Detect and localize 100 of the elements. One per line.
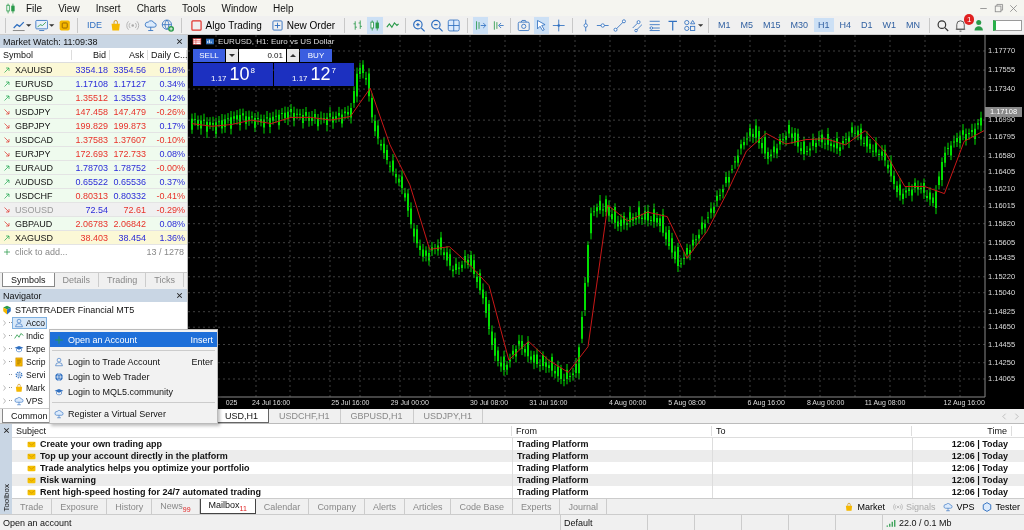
cloud-icon	[54, 408, 64, 419]
bid-price: 72.54	[84, 204, 109, 215]
restore-icon[interactable]	[992, 1, 1005, 15]
globe-icon	[54, 371, 64, 382]
daily-change: 0.34%	[158, 78, 186, 89]
envelope-icon	[26, 451, 37, 461]
cursor-icon[interactable]	[533, 16, 550, 34]
chart-title: EURUSD, H1: Euro vs US Dollar	[218, 37, 335, 46]
ide-button[interactable]: IDE	[82, 20, 106, 31]
add-symbol-link[interactable]: click to add...	[15, 247, 68, 257]
tree-item[interactable]: Mark	[12, 381, 47, 394]
volume-up-button[interactable]	[287, 49, 299, 62]
quote-row[interactable]: EURUSD 1.17108 1.17127 0.34%	[0, 77, 187, 91]
service-button[interactable]: Market	[840, 499, 889, 514]
timeframe-button[interactable]: M30	[786, 18, 813, 33]
quote-row[interactable]: USDJPY 147.458 147.479 -0.26%	[0, 105, 187, 119]
tree-item[interactable]: Acco	[12, 316, 47, 329]
toolbox-tab[interactable]: Mailbox$_{11}$	[199, 499, 256, 514]
timeframe-button[interactable]: M15	[759, 18, 785, 33]
trendline-icon[interactable]	[612, 16, 628, 34]
candlestick-icon[interactable]	[367, 16, 383, 34]
new-order-button[interactable]: New Order	[267, 19, 340, 31]
menu-item[interactable]: Login to Web Trader	[50, 369, 217, 384]
tree-item[interactable]: Servi	[12, 368, 48, 381]
close-icon[interactable]	[175, 291, 184, 300]
column-header[interactable]: Time	[912, 425, 1012, 436]
autoscroll-icon[interactable]	[472, 16, 488, 34]
caret-icon[interactable]	[697, 23, 704, 27]
menu-item[interactable]: View	[51, 2, 87, 14]
caret-icon[interactable]	[49, 23, 55, 27]
algo-trading-button[interactable]: Algo Trading	[186, 19, 266, 31]
globe-plus-icon[interactable]	[160, 16, 176, 34]
close-icon[interactable]	[1, 426, 11, 435]
timeframe-button[interactable]: D1	[857, 18, 877, 33]
menu-item[interactable]: Tools	[175, 2, 213, 14]
close-icon[interactable]	[175, 37, 184, 46]
caret-icon[interactable]	[26, 23, 32, 27]
service-button[interactable]: VPS	[939, 499, 979, 514]
panel-tab[interactable]: Symbols	[2, 273, 55, 287]
column-header[interactable]: Subject	[12, 425, 512, 436]
table-icon[interactable]	[192, 37, 202, 46]
menu-item[interactable]: File	[19, 2, 50, 14]
timeframe-button[interactable]: MN	[902, 18, 925, 33]
service-button[interactable]: Tester	[978, 499, 1024, 514]
symbol-name: AUDUSD	[15, 176, 53, 187]
column-header[interactable]: To	[712, 425, 912, 436]
column-header[interactable]: Bid	[72, 50, 110, 60]
timeframe-button[interactable]: H4	[835, 18, 856, 33]
column-header[interactable]: From	[512, 425, 712, 436]
menu-item[interactable]: Charts	[129, 2, 174, 14]
column-header[interactable]: Ask	[110, 50, 148, 60]
quote-row[interactable]: EURJPY 172.693 172.733 0.08%	[0, 147, 187, 161]
quote-row[interactable]: XAGUSD 38.403 38.454 1.36%	[0, 231, 187, 245]
quote-row[interactable]: GBPJPY 199.829 199.873 0.17%	[0, 119, 187, 133]
tree-item[interactable]: VPS	[12, 394, 45, 407]
menu-item[interactable]: Help	[266, 2, 301, 14]
timeframe-button[interactable]: M1	[714, 18, 735, 33]
daily-change: 0.18%	[158, 64, 186, 75]
quote-row[interactable]: USDCHF 0.80313 0.80332 -0.41%	[0, 189, 187, 203]
hexagon-icon	[982, 501, 993, 512]
quote-row[interactable]: USDCAD 1.37583 1.37607 -0.10%	[0, 133, 187, 147]
bid-price: 2.06783	[74, 218, 109, 229]
sell-button[interactable]: SELL	[193, 49, 225, 62]
traffic-text: 22.0 / 0.1 Mb	[899, 517, 952, 528]
chart-panel[interactable]	[188, 35, 1024, 409]
bid-price: 172.693	[74, 148, 109, 159]
tree-item[interactable]: Scrip	[12, 355, 48, 368]
quote-row[interactable]: AUDUSD 0.65522 0.65536 0.37%	[0, 175, 187, 189]
tree-item[interactable]: Expe	[12, 342, 48, 355]
ask-price: 3354.56	[112, 64, 147, 75]
grid-icon[interactable]	[446, 16, 462, 34]
timeframe-button[interactable]: W1	[878, 18, 901, 33]
volume-field[interactable]: 0.01	[239, 49, 286, 62]
gear-icon	[14, 369, 24, 380]
timeframe-button[interactable]: M5	[736, 18, 758, 33]
tree-item[interactable]: STARTRADER Financial MT5	[15, 304, 135, 315]
daily-change: -0.29%	[155, 204, 186, 215]
buy-button[interactable]: BUY	[300, 49, 332, 62]
tree-item[interactable]: Indic	[12, 329, 46, 342]
volume-down-button[interactable]	[226, 49, 238, 62]
plus-icon[interactable]	[3, 248, 11, 256]
menu-item[interactable]: Login to MQL5.community	[50, 384, 217, 399]
logo-icon	[2, 304, 12, 315]
daily-change: -0.26%	[155, 106, 186, 117]
quote-row[interactable]: EURAUD 1.78703 1.78752 -0.00%	[0, 161, 187, 175]
menu-item[interactable]: Open an Account Insert	[50, 332, 217, 347]
quote-row[interactable]: GBPAUD 2.06783 2.06842 0.08%	[0, 217, 187, 231]
quote-row[interactable]: GBPUSD 1.35512 1.35533 0.42%	[0, 91, 187, 105]
chart-window-icon[interactable]	[205, 37, 215, 46]
quote-row[interactable]: XAUUSD 3354.18 3354.56 0.18%	[0, 63, 187, 77]
column-header[interactable]: Symbol	[0, 50, 72, 60]
menu-item[interactable]: Login to Trade Account Enter	[50, 354, 217, 369]
menu-item[interactable]: Window	[214, 2, 265, 14]
envelope-icon	[26, 439, 37, 449]
column-header[interactable]: Daily C...	[148, 50, 187, 60]
timeframe-button[interactable]: H1	[814, 18, 834, 33]
bid-price: 1.17108	[74, 78, 109, 89]
menu-item[interactable]: Insert	[88, 2, 128, 14]
person-icon	[54, 356, 64, 367]
bid-price: 147.458	[74, 106, 109, 117]
